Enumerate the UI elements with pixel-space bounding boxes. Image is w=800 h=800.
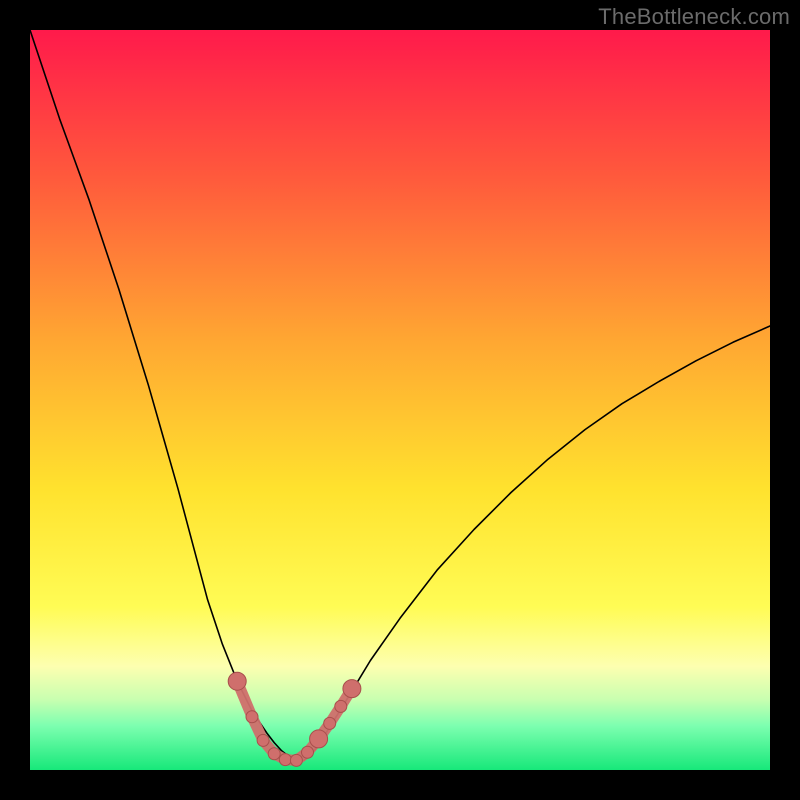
marker-point: [310, 730, 328, 748]
watermark-text: TheBottleneck.com: [598, 4, 790, 30]
marker-point: [246, 711, 258, 723]
marker-point: [268, 748, 280, 760]
chart-frame: TheBottleneck.com: [0, 0, 800, 800]
marker-point: [228, 672, 246, 690]
marker-point: [257, 734, 269, 746]
chart-background: [30, 30, 770, 770]
chart-plot-area: [30, 30, 770, 770]
marker-point: [302, 746, 314, 758]
marker-point: [290, 754, 302, 766]
chart-svg: [30, 30, 770, 770]
marker-point: [279, 754, 291, 766]
marker-point: [343, 680, 361, 698]
marker-point: [335, 700, 347, 712]
marker-point: [324, 717, 336, 729]
